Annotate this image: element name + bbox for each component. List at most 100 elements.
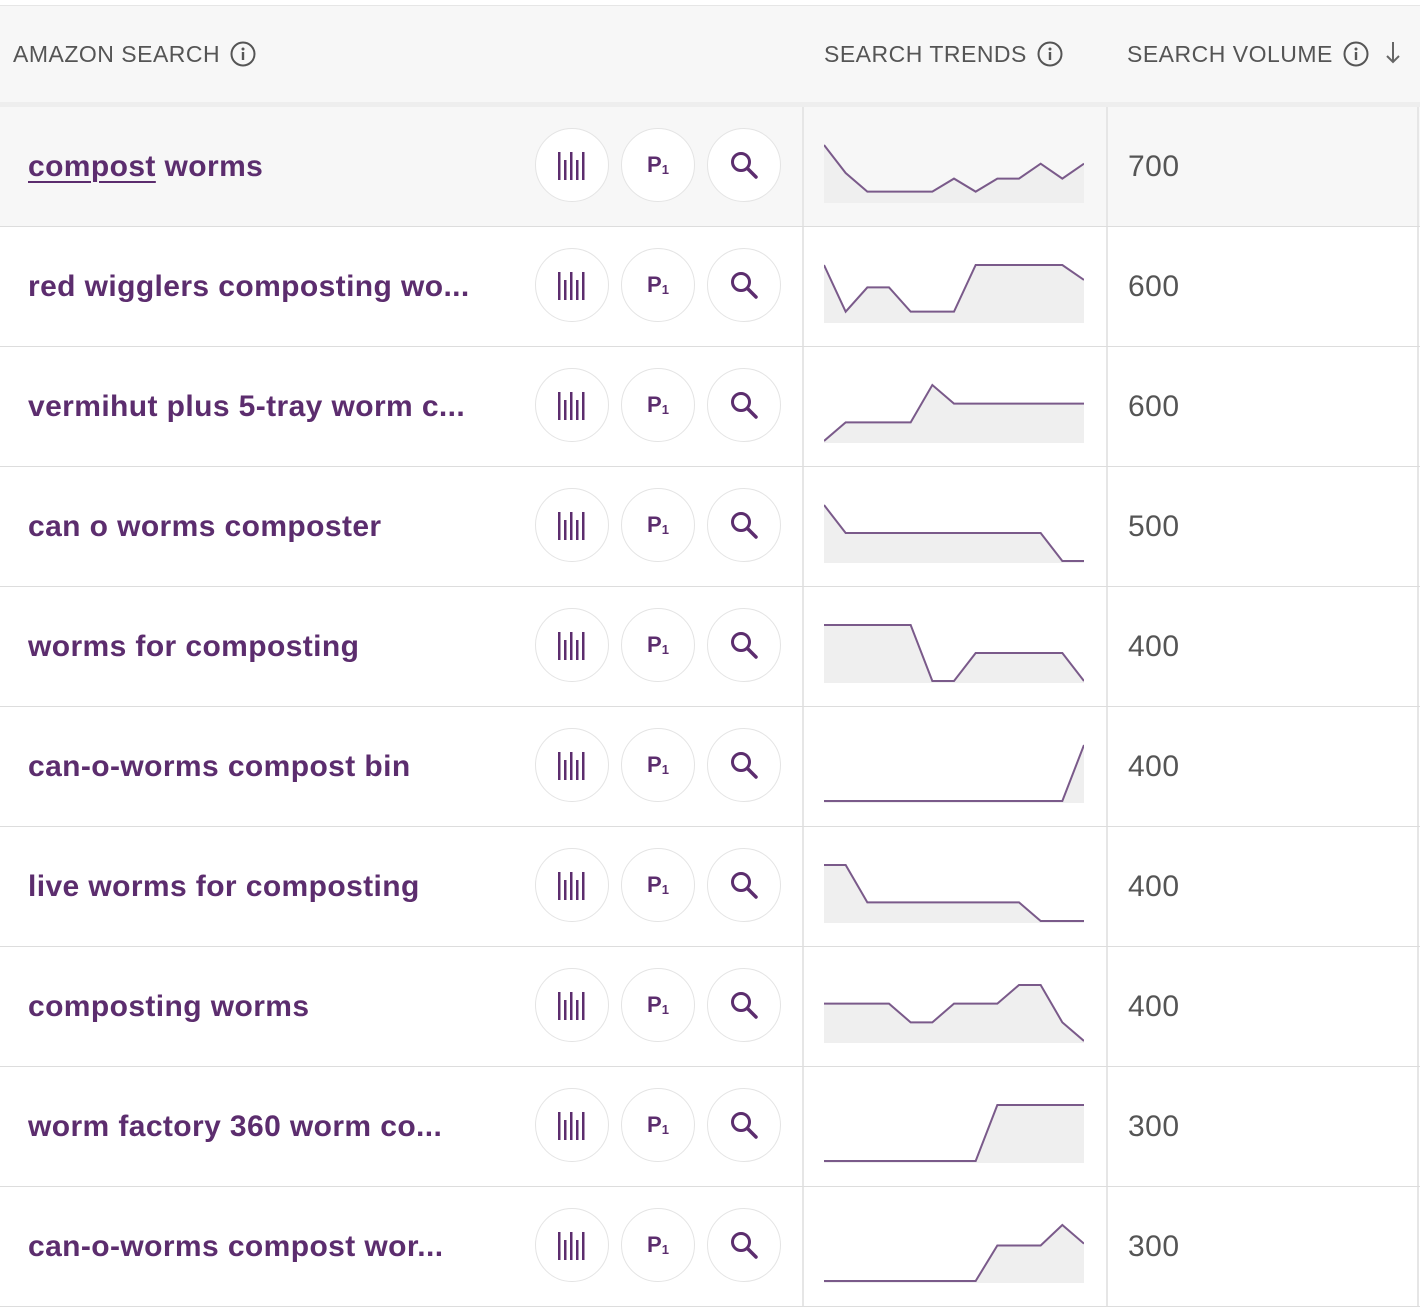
trend-sparkline (824, 144, 1084, 203)
first-page-products-button[interactable]: P1 (621, 848, 695, 922)
search-volume-value: 400 (1128, 869, 1180, 903)
keyword-link[interactable]: live worms for composting (28, 827, 420, 946)
column-divider (802, 1187, 804, 1306)
p1-subscript: 1 (661, 402, 669, 417)
column-divider (1106, 467, 1108, 586)
table-row: can-o-worms compost bin P1 400 (0, 707, 1420, 827)
header-search-trends-label: SEARCH TRENDS (824, 40, 1027, 67)
first-page-products-button[interactable]: P1 (621, 368, 695, 442)
trend-chart-button[interactable] (535, 368, 609, 442)
table-row: red wigglers composting wo... P1 600 (0, 227, 1420, 347)
column-divider (1106, 1187, 1108, 1306)
table-header: AMAZON SEARCH SEARCH TRENDS SEARCH VOLUM… (0, 6, 1420, 107)
trend-chart-button[interactable] (535, 1088, 609, 1162)
search-amazon-button[interactable] (707, 248, 781, 322)
column-divider (1106, 587, 1108, 706)
trend-chart-button[interactable] (535, 248, 609, 322)
trend-chart-button[interactable] (535, 848, 609, 922)
bar-chart-icon (558, 512, 585, 540)
column-divider (802, 467, 804, 586)
keyword-text: live worms for composting (28, 869, 420, 903)
first-page-products-button[interactable]: P1 (621, 1208, 695, 1282)
search-amazon-button[interactable] (707, 608, 781, 682)
bar-chart-icon (558, 1232, 585, 1260)
column-divider (1417, 467, 1419, 586)
column-divider (1417, 1187, 1419, 1306)
bar-chart-icon (558, 752, 585, 780)
info-icon[interactable] (1343, 41, 1369, 67)
header-search-trends[interactable]: SEARCH TRENDS (824, 6, 1063, 102)
p1-subscript: 1 (661, 1002, 669, 1017)
keyword-link[interactable]: can-o-worms compost bin (28, 707, 411, 826)
sparkline-area (824, 265, 1084, 323)
search-icon (731, 392, 758, 419)
keyword-link[interactable]: can o worms composter (28, 467, 382, 586)
trend-chart-button[interactable] (535, 608, 609, 682)
trend-chart-button[interactable] (535, 128, 609, 202)
search-amazon-button[interactable] (707, 848, 781, 922)
first-page-products-button[interactable]: P1 (621, 488, 695, 562)
table-row: live worms for composting P1 400 (0, 827, 1420, 947)
search-amazon-button[interactable] (707, 488, 781, 562)
table-row: can-o-worms compost wor... P1 300 (0, 1187, 1420, 1307)
p1-letter: P (647, 392, 662, 417)
trend-chart-button[interactable] (535, 968, 609, 1042)
info-icon[interactable] (1037, 41, 1063, 67)
p1-icon: P1 (647, 1112, 669, 1138)
search-icon (731, 632, 758, 659)
search-volume-value: 600 (1128, 389, 1180, 423)
first-page-products-button[interactable]: P1 (621, 1088, 695, 1162)
first-page-products-button[interactable]: P1 (621, 248, 695, 322)
search-amazon-button[interactable] (707, 128, 781, 202)
search-amazon-button[interactable] (707, 368, 781, 442)
first-page-products-button[interactable]: P1 (621, 728, 695, 802)
info-icon[interactable] (230, 41, 256, 67)
table-row: vermihut plus 5-tray worm c... P1 600 (0, 347, 1420, 467)
trend-sparkline (824, 264, 1084, 323)
p1-icon: P1 (647, 632, 669, 658)
keyword-link[interactable]: can-o-worms compost wor... (28, 1187, 443, 1306)
column-divider (802, 587, 804, 706)
column-divider (1417, 227, 1419, 346)
keyword-text: red wigglers composting wo... (28, 269, 470, 303)
search-amazon-button[interactable] (707, 1088, 781, 1162)
search-icon (731, 752, 758, 779)
p1-letter: P (647, 992, 662, 1017)
first-page-products-button[interactable]: P1 (621, 128, 695, 202)
keyword-link[interactable]: worm factory 360 worm co... (28, 1067, 442, 1186)
p1-letter: P (647, 272, 662, 297)
keyword-text: can-o-worms compost bin (28, 749, 411, 783)
sparkline-area (824, 1105, 1084, 1163)
p1-subscript: 1 (661, 882, 669, 897)
trend-chart-button[interactable] (535, 488, 609, 562)
column-divider (802, 1067, 804, 1186)
keyword-text: vermihut plus 5-tray worm c... (28, 389, 466, 423)
keyword-link[interactable]: worms for composting (28, 587, 359, 706)
search-amazon-button[interactable] (707, 968, 781, 1042)
column-divider (1417, 587, 1419, 706)
column-divider (1417, 1067, 1419, 1186)
keyword-link[interactable]: composting worms (28, 947, 309, 1066)
p1-icon: P1 (647, 752, 669, 778)
sparkline-area (824, 145, 1084, 203)
trend-sparkline (824, 744, 1084, 803)
search-amazon-button[interactable] (707, 1208, 781, 1282)
keyword-link[interactable]: red wigglers composting wo... (28, 227, 470, 346)
first-page-products-button[interactable]: P1 (621, 608, 695, 682)
header-amazon-search-label: AMAZON SEARCH (13, 40, 221, 67)
header-search-volume[interactable]: SEARCH VOLUME (1127, 6, 1369, 102)
first-page-products-button[interactable]: P1 (621, 968, 695, 1042)
table-row: composting worms P1 400 (0, 947, 1420, 1067)
search-volume-value: 600 (1128, 269, 1180, 303)
column-divider (1417, 947, 1419, 1066)
keyword-link[interactable]: vermihut plus 5-tray worm c... (28, 347, 465, 466)
header-amazon-search[interactable]: AMAZON SEARCH (13, 6, 256, 102)
trend-chart-button[interactable] (535, 728, 609, 802)
bar-chart-icon (558, 632, 585, 660)
bar-chart-icon (558, 872, 585, 900)
trend-chart-button[interactable] (535, 1208, 609, 1282)
header-search-volume-label: SEARCH VOLUME (1127, 40, 1333, 67)
search-amazon-button[interactable] (707, 728, 781, 802)
sort-down-arrow-icon[interactable] (1380, 38, 1406, 68)
keyword-link[interactable]: compost worms (28, 107, 263, 226)
